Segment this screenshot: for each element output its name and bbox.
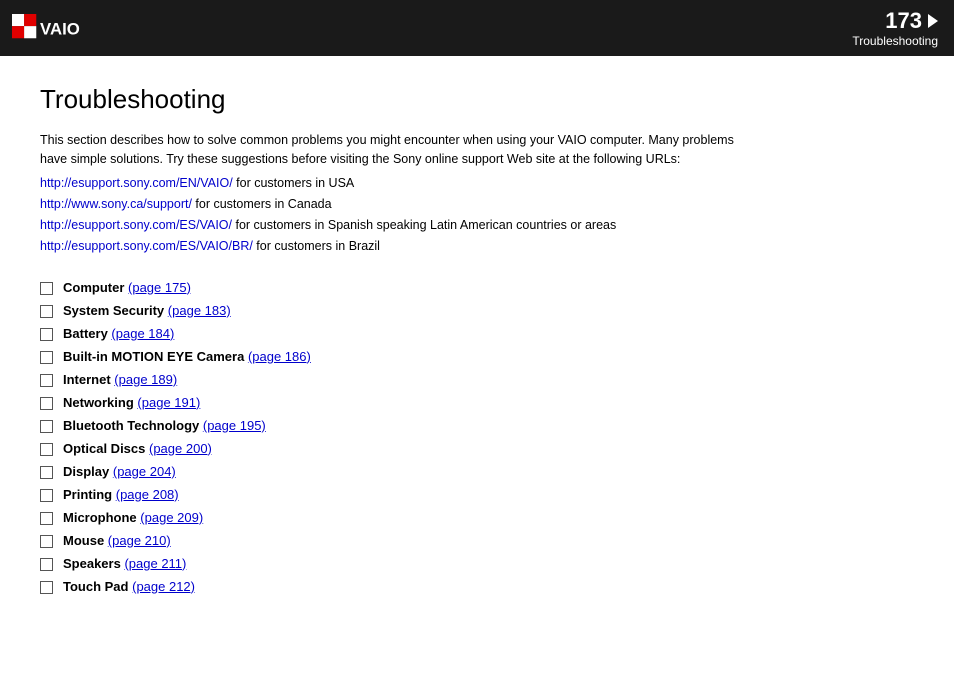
link-latin: http://esupport.sony.com/ES/VAIO/ for cu… (40, 215, 914, 236)
list-item-label: Internet (page 189) (63, 372, 177, 387)
list-item: Battery (page 184) (40, 326, 914, 341)
list-item: Display (page 204) (40, 464, 914, 479)
list-item: Optical Discs (page 200) (40, 441, 914, 456)
list-item-label: Speakers (page 211) (63, 556, 186, 571)
checkbox-icon (40, 397, 53, 410)
checkbox-icon (40, 282, 53, 295)
list-item-label: Built-in MOTION EYE Camera (page 186) (63, 349, 311, 364)
list-item: Networking (page 191) (40, 395, 914, 410)
list-item: Microphone (page 209) (40, 510, 914, 525)
checkbox-icon (40, 512, 53, 525)
list-item-label: Microphone (page 209) (63, 510, 203, 525)
list-item-label: Bluetooth Technology (page 195) (63, 418, 266, 433)
link-canada: http://www.sony.ca/support/ for customer… (40, 194, 914, 215)
links-block: http://esupport.sony.com/EN/VAIO/ for cu… (40, 173, 914, 258)
svg-text:VAIO: VAIO (40, 20, 80, 39)
list-item-label: System Security (page 183) (63, 303, 231, 318)
topic-list: Computer (page 175) System Security (page… (40, 280, 914, 594)
list-item-label: Printing (page 208) (63, 487, 179, 502)
vaio-logo: VAIO (12, 14, 96, 42)
checkbox-icon (40, 443, 53, 456)
list-item: Internet (page 189) (40, 372, 914, 387)
list-item-label: Battery (page 184) (63, 326, 174, 341)
checkbox-icon (40, 351, 53, 364)
page-number: 173 (885, 8, 922, 34)
list-item: Speakers (page 211) (40, 556, 914, 571)
header: VAIO 173 Troubleshooting (0, 0, 954, 56)
checkbox-icon (40, 466, 53, 479)
checkbox-icon (40, 374, 53, 387)
link-brazil: http://esupport.sony.com/ES/VAIO/BR/ for… (40, 236, 914, 257)
list-item-label: Networking (page 191) (63, 395, 200, 410)
main-content: Troubleshooting This section describes h… (0, 56, 954, 632)
checkbox-icon (40, 581, 53, 594)
list-item: Printing (page 208) (40, 487, 914, 502)
list-item-label: Display (page 204) (63, 464, 176, 479)
header-right: 173 Troubleshooting (852, 8, 938, 48)
checkbox-icon (40, 558, 53, 571)
list-item-label: Computer (page 175) (63, 280, 191, 295)
intro-line1: This section describes how to solve comm… (40, 131, 914, 169)
checkbox-icon (40, 305, 53, 318)
list-item-label: Mouse (page 210) (63, 533, 171, 548)
list-item-label: Optical Discs (page 200) (63, 441, 212, 456)
list-item: Mouse (page 210) (40, 533, 914, 548)
page-title: Troubleshooting (40, 84, 914, 115)
checkbox-icon (40, 489, 53, 502)
section-label: Troubleshooting (852, 34, 938, 48)
list-item: Touch Pad (page 212) (40, 579, 914, 594)
list-item: Built-in MOTION EYE Camera (page 186) (40, 349, 914, 364)
checkbox-icon (40, 535, 53, 548)
checkbox-icon (40, 420, 53, 433)
list-item: Bluetooth Technology (page 195) (40, 418, 914, 433)
checkbox-icon (40, 328, 53, 341)
arrow-icon (928, 14, 938, 28)
list-item: Computer (page 175) (40, 280, 914, 295)
list-item-label: Touch Pad (page 212) (63, 579, 195, 594)
link-usa: http://esupport.sony.com/EN/VAIO/ for cu… (40, 173, 914, 194)
page-number-area: 173 Troubleshooting (852, 8, 938, 48)
list-item: System Security (page 183) (40, 303, 914, 318)
